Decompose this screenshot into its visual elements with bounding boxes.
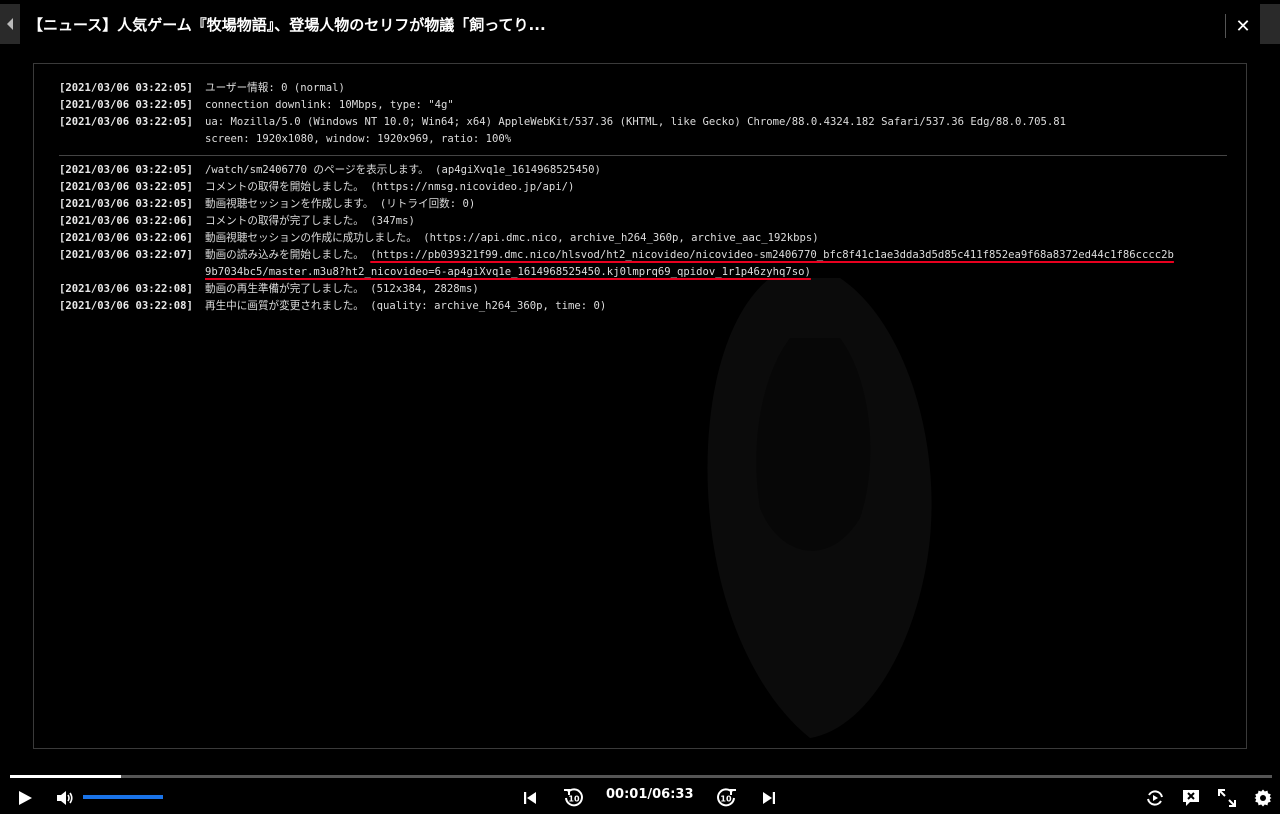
volume-slider[interactable] bbox=[83, 795, 163, 799]
log-timestamp: [2021/03/06 03:22:05] bbox=[59, 116, 193, 128]
title-bar: 【ニュース】人気ゲーム『牧場物語』、登場人物のセリフが物議「飼ってり... ✕ bbox=[20, 4, 1260, 44]
log-message-line: 動画の再生準備が完了しました。 (512x384, 2828ms) bbox=[205, 283, 479, 295]
log-message: コメントの取得を開始しました。 (https://nmsg.nicovideo.… bbox=[205, 179, 1227, 196]
log-section-playback: [2021/03/06 03:22:08] 動画の再生準備が完了しました。 (51… bbox=[59, 281, 1227, 315]
skip-previous-icon bbox=[524, 792, 536, 804]
highlighted-manifest-url-part2: 9b7034bc5/master.m3u8?ht2_nicovideo=6-ap… bbox=[205, 266, 811, 278]
highlighted-manifest-url-part1: (https://pb039321f99.dmc.nico/hlsvod/ht2… bbox=[370, 249, 1174, 261]
log-message: ua: Mozilla/5.0 (Windows NT 10.0; Win64;… bbox=[205, 114, 1227, 148]
log-message: 再生中に画質が変更されました。 (quality: archive_h264_3… bbox=[205, 298, 1227, 315]
gear-icon bbox=[1254, 789, 1272, 807]
fast-forward-icon: 10 bbox=[717, 788, 736, 807]
log-timestamp: [2021/03/06 03:22:08] bbox=[59, 283, 193, 295]
debug-log-panel: [2021/03/06 03:22:05] ユーザー情報: 0 (normal)[… bbox=[33, 63, 1247, 749]
log-message: 動画の再生準備が完了しました。 (512x384, 2828ms) bbox=[205, 281, 1227, 298]
log-row: [2021/03/06 03:22:05] 動画視聴セッションを作成します。 (リ… bbox=[59, 196, 1227, 213]
log-timestamp: [2021/03/06 03:22:05] bbox=[59, 99, 193, 111]
play-icon bbox=[19, 791, 32, 805]
log-row: [2021/03/06 03:22:05] /watch/sm2406770 のペ… bbox=[59, 162, 1227, 179]
previous-video-button[interactable] bbox=[519, 787, 541, 809]
forward-10-button[interactable]: 10 bbox=[714, 786, 738, 810]
volume-icon bbox=[57, 791, 73, 805]
log-row: [2021/03/06 03:22:08] 再生中に画質が変更されました。 (qu… bbox=[59, 298, 1227, 315]
log-message-text: 動画の読み込みを開始しました。 bbox=[205, 249, 371, 261]
log-row: [2021/03/06 03:22:06] コメントの取得が完了しました。 (34… bbox=[59, 213, 1227, 230]
comment-toggle-button[interactable] bbox=[1179, 786, 1203, 810]
log-row: [2021/03/06 03:22:05] ユーザー情報: 0 (normal) bbox=[59, 80, 1227, 97]
log-timestamp: [2021/03/06 03:22:06] bbox=[59, 215, 193, 227]
close-area: ✕ bbox=[1225, 14, 1260, 38]
log-timestamp: [2021/03/06 03:22:08] bbox=[59, 300, 193, 312]
log-message-line: ユーザー情報: 0 (normal) bbox=[205, 82, 345, 94]
log-message: 動画の読み込みを開始しました。 (https://pb039321f99.dmc… bbox=[205, 247, 1227, 281]
log-timestamp: [2021/03/06 03:22:05] bbox=[59, 82, 193, 94]
close-button[interactable]: ✕ bbox=[1235, 16, 1250, 37]
log-content: [2021/03/06 03:22:05] ユーザー情報: 0 (normal)[… bbox=[59, 80, 1227, 315]
right-edge-panel bbox=[1260, 4, 1280, 44]
log-row: [2021/03/06 03:22:05] connection downlink… bbox=[59, 97, 1227, 114]
rewind-icon: 10 bbox=[564, 788, 583, 807]
log-message: ユーザー情報: 0 (normal) bbox=[205, 80, 1227, 97]
log-message: /watch/sm2406770 のページを表示します。 (ap4giXvq1e… bbox=[205, 162, 1227, 179]
log-timestamp: [2021/03/06 03:22:07] bbox=[59, 249, 193, 261]
log-message-line: 動画視聴セッションを作成します。 (リトライ回数: 0) bbox=[205, 198, 476, 210]
log-row: [2021/03/06 03:22:06] 動画視聴セッションの作成に成功しました… bbox=[59, 230, 1227, 247]
log-message-line: 動画視聴セッションの作成に成功しました。 (https://api.dmc.ni… bbox=[205, 232, 819, 244]
log-row: [2021/03/06 03:22:08] 動画の再生準備が完了しました。 (51… bbox=[59, 281, 1227, 298]
volume-level bbox=[83, 795, 163, 799]
log-message: 動画視聴セッションの作成に成功しました。 (https://api.dmc.ni… bbox=[205, 230, 1227, 247]
log-row-load-start: [2021/03/06 03:22:07] 動画の読み込みを開始しました。 (h… bbox=[59, 247, 1227, 281]
log-message-line: screen: 1920x1080, window: 1920x969, rat… bbox=[205, 133, 512, 145]
player-controls: 10 00:01/06:33 10 bbox=[0, 772, 1280, 814]
loop-button[interactable] bbox=[1143, 786, 1167, 810]
log-row: [2021/03/06 03:22:05] ua: Mozilla/5.0 (Wi… bbox=[59, 114, 1227, 148]
skip-next-icon bbox=[763, 792, 775, 804]
rewind-10-button[interactable]: 10 bbox=[562, 786, 586, 810]
log-message: connection downlink: 10Mbps, type: "4g" bbox=[205, 97, 1227, 114]
settings-button[interactable] bbox=[1251, 786, 1275, 810]
log-timestamp: [2021/03/06 03:22:05] bbox=[59, 164, 193, 176]
log-timestamp: [2021/03/06 03:22:05] bbox=[59, 181, 193, 193]
time-display: 00:01/06:33 bbox=[606, 787, 694, 802]
svg-text:10: 10 bbox=[720, 795, 732, 804]
log-message-line: コメントの取得が完了しました。 (347ms) bbox=[205, 215, 415, 227]
log-timestamp: [2021/03/06 03:22:06] bbox=[59, 232, 193, 244]
log-message-line: 再生中に画質が変更されました。 (quality: archive_h264_3… bbox=[205, 300, 607, 312]
loop-icon bbox=[1147, 790, 1163, 806]
log-message-line: コメントの取得を開始しました。 (https://nmsg.nicovideo.… bbox=[205, 181, 575, 193]
log-section-events: [2021/03/06 03:22:05] /watch/sm2406770 のペ… bbox=[59, 162, 1227, 247]
video-title: 【ニュース】人気ゲーム『牧場物語』、登場人物のセリフが物議「飼ってり... bbox=[28, 15, 546, 34]
next-video-button[interactable] bbox=[758, 787, 780, 809]
seek-bar[interactable] bbox=[10, 775, 1272, 778]
log-section-environment: [2021/03/06 03:22:05] ユーザー情報: 0 (normal)[… bbox=[59, 80, 1227, 148]
svg-text:10: 10 bbox=[568, 795, 580, 804]
chevron-left-icon bbox=[7, 18, 13, 30]
mute-button[interactable] bbox=[54, 787, 76, 809]
previous-panel-arrow[interactable] bbox=[0, 4, 20, 44]
log-timestamp: [2021/03/06 03:22:05] bbox=[59, 198, 193, 210]
play-button[interactable] bbox=[14, 787, 36, 809]
log-message-line: /watch/sm2406770 のページを表示します。 (ap4giXvq1e… bbox=[205, 164, 601, 176]
log-message: コメントの取得が完了しました。 (347ms) bbox=[205, 213, 1227, 230]
log-message: 動画視聴セッションを作成します。 (リトライ回数: 0) bbox=[205, 196, 1227, 213]
fullscreen-button[interactable] bbox=[1215, 786, 1239, 810]
seek-bar-progress bbox=[10, 775, 122, 778]
log-divider bbox=[59, 155, 1227, 156]
expand-icon bbox=[1218, 789, 1236, 807]
log-message-line: connection downlink: 10Mbps, type: "4g" bbox=[205, 99, 454, 111]
comment-off-icon bbox=[1183, 790, 1199, 806]
log-row: [2021/03/06 03:22:05] コメントの取得を開始しました。 (ht… bbox=[59, 179, 1227, 196]
log-message-line: ua: Mozilla/5.0 (Windows NT 10.0; Win64;… bbox=[205, 116, 1067, 128]
